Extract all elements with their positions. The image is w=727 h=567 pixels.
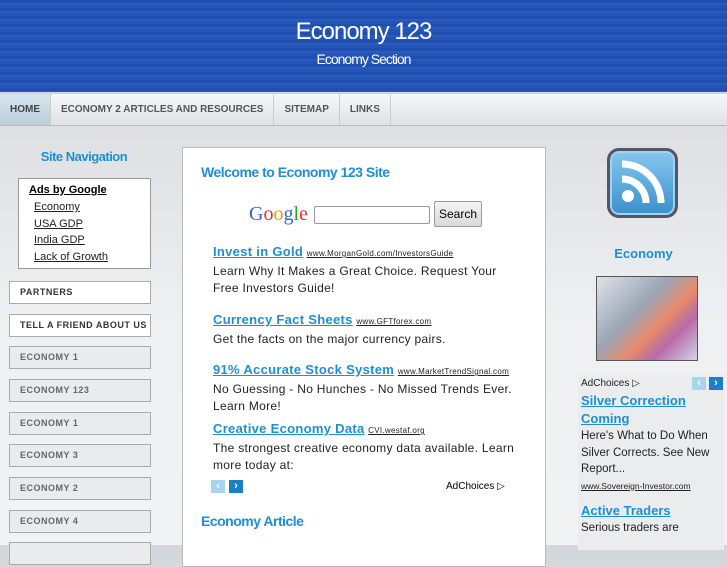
search-input[interactable] — [314, 206, 430, 224]
adchoices-icon: ▷ — [497, 481, 505, 492]
ad-url[interactable]: www.Sovereign-Investor.com — [581, 478, 721, 495]
ad-url[interactable]: www.MorganGold.com/InvestorsGuide — [307, 249, 453, 258]
ad-title[interactable]: 91% Accurate Stock System — [213, 362, 394, 377]
ad-title[interactable]: Invest in Gold — [213, 244, 303, 259]
main-content: Welcome to Economy 123 Site Google Searc… — [182, 147, 546, 567]
sidebar-item-economy-123[interactable]: ECONOMY 123 — [9, 379, 151, 402]
right-ad-box: AdChoices ▷ ‹ › Silver Correction Coming… — [578, 375, 724, 550]
ad-title[interactable]: Creative Economy Data — [213, 421, 365, 436]
sidebar-item-economy-1b[interactable]: ECONOMY 1 — [9, 412, 151, 435]
adchoices-link[interactable]: AdChoices ▷ — [446, 481, 505, 492]
section-heading: Economy Article — [201, 513, 304, 529]
right-heading: Economy — [614, 246, 673, 261]
ads-by-google-box: Ads by Google Economy USA GDP India GDP … — [18, 178, 151, 269]
prev-ad-arrow-icon[interactable]: ‹ — [692, 377, 706, 390]
prev-ad-arrow-icon[interactable]: ‹ — [211, 480, 225, 493]
adchoices-link[interactable]: AdChoices ▷ — [581, 378, 640, 389]
nav-economy-articles[interactable]: ECONOMY 2 ARTICLES AND RESOURCES — [51, 94, 275, 125]
ad-link[interactable]: India GDP — [34, 232, 150, 249]
ad-item: Invest in Gold www.MorganGold.com/Invest… — [213, 243, 523, 298]
ad-link[interactable]: Lack of Growth — [34, 249, 150, 266]
ad-title[interactable]: Currency Fact Sheets — [213, 312, 353, 327]
search-button[interactable]: Search — [434, 201, 482, 227]
ad-link[interactable]: Economy — [34, 199, 150, 216]
site-subtitle: Economy Section — [316, 51, 412, 67]
nav-sitemap[interactable]: SITEMAP — [274, 94, 340, 125]
next-ad-arrow-icon[interactable]: › — [709, 377, 723, 390]
ad-item: Currency Fact Sheets www.GFTforex.com Get… — [213, 311, 523, 348]
sidebar-heading: Site Navigation — [40, 149, 128, 164]
site-title: Economy 123 — [295, 18, 433, 45]
sidebar-item-economy-1[interactable]: ECONOMY 1 — [9, 346, 151, 369]
page-title: Welcome to Economy 123 Site — [201, 164, 390, 180]
ad-url[interactable]: www.MarketTrendSignal.com — [398, 367, 509, 376]
ad-text: Here's What to Do When Silver Corrects. … — [581, 430, 710, 475]
sidebar-item-economy-4[interactable]: ECONOMY 4 — [9, 510, 151, 533]
ad-text: The strongest creative economy data avai… — [213, 440, 515, 473]
nav-links[interactable]: LINKS — [340, 94, 391, 125]
ad-text: No Guessing - No Hunches - No Missed Tre… — [213, 381, 512, 414]
google-logo: Google — [249, 203, 308, 225]
ad-item: Creative Economy Data CVI.westaf.org The … — [213, 420, 523, 475]
economy-image — [596, 276, 698, 361]
nav-home[interactable]: HOME — [0, 94, 51, 125]
site-header: Economy 123 Economy Section — [0, 0, 727, 92]
next-ad-arrow-icon[interactable]: › — [229, 480, 243, 493]
ad-item: 91% Accurate Stock System www.MarketTren… — [213, 361, 523, 416]
sidebar-item-economy-3[interactable]: ECONOMY 3 — [9, 444, 151, 467]
ad-title[interactable]: Active Traders — [581, 502, 721, 520]
sidebar-item-more[interactable] — [9, 542, 151, 565]
ad-url[interactable]: CVI.westaf.org — [368, 426, 425, 435]
ad-title[interactable]: Silver Correction Coming — [581, 392, 721, 428]
ads-by-google-link[interactable]: Ads by Google — [29, 184, 150, 196]
ad-text: Get the facts on the major currency pair… — [213, 331, 446, 346]
top-nav: HOME ECONOMY 2 ARTICLES AND RESOURCES SI… — [0, 92, 727, 126]
ad-text: Serious traders are — [581, 522, 679, 534]
rss-feed-icon[interactable] — [607, 148, 678, 218]
ad-text: Learn Why It Makes a Great Choice. Reque… — [213, 263, 497, 296]
sidebar-item-partners[interactable]: PARTNERS — [9, 281, 151, 304]
ad-url[interactable]: www.GFTforex.com — [356, 317, 431, 326]
sidebar-item-economy-2[interactable]: ECONOMY 2 — [9, 477, 151, 500]
sidebar-item-tell-a-friend[interactable]: TELL A FRIEND ABOUT US — [9, 314, 151, 337]
ad-link[interactable]: USA GDP — [34, 216, 150, 233]
